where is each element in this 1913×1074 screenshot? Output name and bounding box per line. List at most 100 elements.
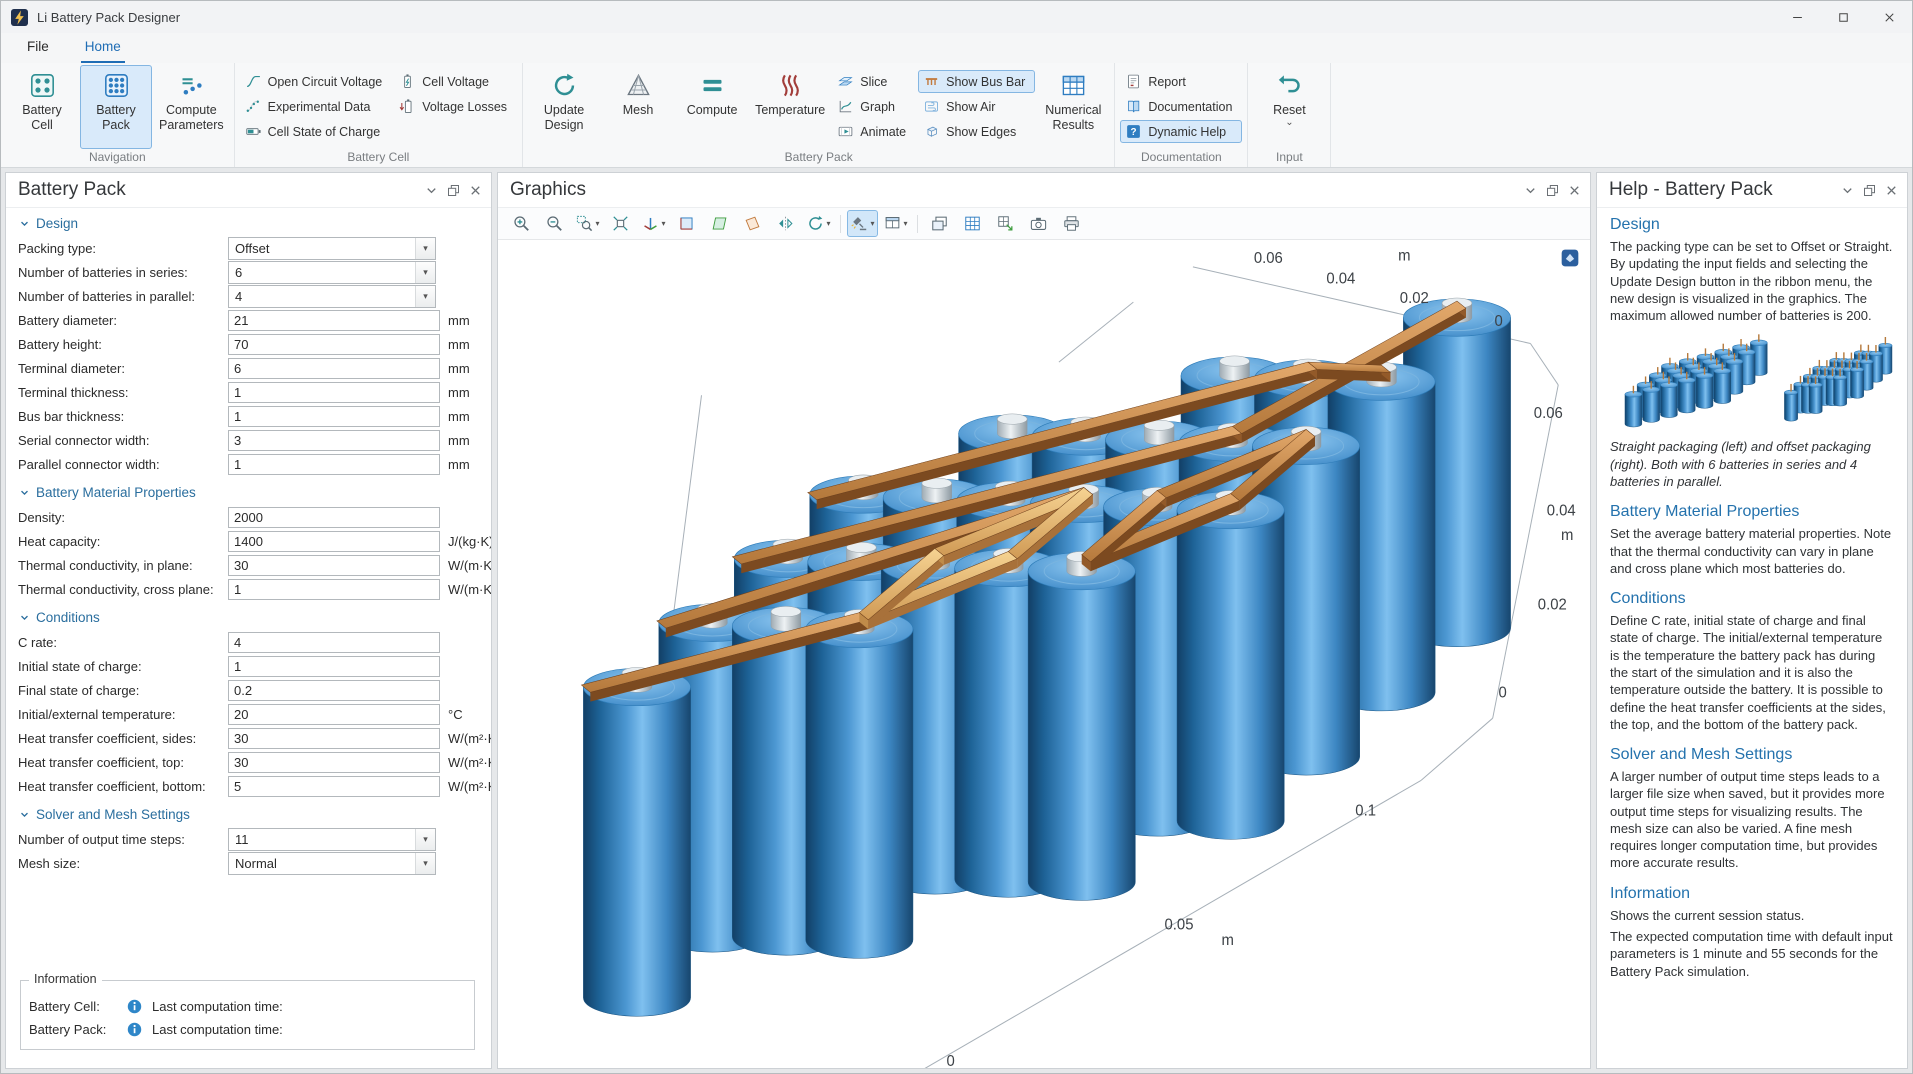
input-battery-height[interactable]: 70 (228, 334, 440, 355)
ribbon-button-show-bus-bar[interactable]: Show Bus Bar (918, 70, 1035, 93)
close-icon[interactable] (1884, 183, 1899, 198)
chevron-down-icon[interactable] (1523, 183, 1538, 198)
scene-light-button[interactable]: ▾ (847, 210, 878, 237)
battery-pack-3d-view[interactable]: 0.060.04m0.0200.060.04m0.0200.10.05m0 (498, 240, 1590, 1068)
zoom-out-button[interactable] (539, 210, 570, 237)
copy-image-button[interactable] (924, 210, 955, 237)
input-bus-bar-thickness[interactable]: 1 (228, 406, 440, 427)
field-serial-connector-width: Serial connector width:3mm (18, 428, 481, 452)
input-parallel-connector-width[interactable]: 1 (228, 454, 440, 475)
chevron-down-icon[interactable] (1840, 183, 1855, 198)
ribbon-button-label: Open Circuit Voltage (268, 75, 383, 89)
input-thermal-conductivity-in-plane[interactable]: 30 (228, 555, 440, 576)
section-header-design[interactable]: Design (18, 216, 481, 231)
ribbon-button-dynamic-help[interactable]: ?Dynamic Help (1120, 120, 1242, 143)
mirror-view-button[interactable] (770, 210, 801, 237)
image-grid-button[interactable] (957, 210, 988, 237)
axis-label: 0 (1495, 313, 1503, 330)
close-icon[interactable] (1567, 183, 1582, 198)
input-terminal-thickness[interactable]: 1 (228, 382, 440, 403)
select-number-of-output-time-steps[interactable]: 11▾ (228, 828, 436, 851)
ribbon-button-compute[interactable]: Compute (676, 65, 748, 149)
ribbon-button-report[interactable]: Report (1120, 70, 1242, 93)
maximize-button[interactable] (1820, 1, 1866, 33)
select-number-of-batteries-in-parallel[interactable]: 4▾ (228, 285, 436, 308)
section-header-solver-and-mesh-settings[interactable]: Solver and Mesh Settings (18, 807, 481, 822)
ribbon-button-battery-cell[interactable]: Battery Cell (6, 65, 78, 149)
zoom-in-button[interactable] (506, 210, 537, 237)
input-battery-diameter[interactable]: 21 (228, 310, 440, 331)
print-button[interactable] (1056, 210, 1087, 237)
ribbon-button-animate[interactable]: Animate (832, 120, 916, 143)
ribbon-button-temperature[interactable]: Temperature (750, 65, 830, 149)
input-density[interactable]: 2000 (228, 507, 440, 528)
close-icon[interactable] (468, 183, 483, 198)
graphics-canvas[interactable]: 0.060.04m0.0200.060.04m0.0200.10.05m0 (498, 240, 1590, 1068)
ribbon-button-battery-pack[interactable]: Battery Pack (80, 65, 152, 149)
ribbon-button-label: Cell Voltage (422, 75, 489, 89)
field-number-of-output-time-steps: Number of output time steps:11▾ (18, 827, 481, 851)
plot-settings-button[interactable] (990, 210, 1021, 237)
chevron-down-icon: ⌄ (1285, 119, 1293, 127)
ribbon-group-documentation: ReportDocumentation?Dynamic HelpDocument… (1115, 63, 1248, 167)
field-density: Density:2000 (18, 505, 481, 529)
ribbon-button-show-edges[interactable]: Show Edges (918, 120, 1035, 143)
ribbon-button-cell-state-of-charge[interactable]: Cell State of Charge (240, 120, 393, 143)
float-icon[interactable] (1862, 183, 1877, 198)
field-battery-height: Battery height:70mm (18, 332, 481, 356)
menu-file[interactable]: File (23, 35, 53, 63)
input-c-rate[interactable]: 4 (228, 632, 440, 653)
dynamic-help-icon: ? (1125, 123, 1142, 140)
select-number-of-batteries-in-series[interactable]: 6▾ (228, 261, 436, 284)
section-header-conditions[interactable]: Conditions (18, 610, 481, 625)
menu-home[interactable]: Home (81, 35, 125, 63)
zoom-extents-button[interactable] (605, 210, 636, 237)
ribbon-button-slice[interactable]: Slice (832, 70, 916, 93)
ribbon-button-update-design[interactable]: Update Design (528, 65, 600, 149)
animate-icon (837, 123, 854, 140)
field-label: Initial state of charge: (18, 659, 228, 674)
select-packing-type[interactable]: Offset▾ (228, 237, 436, 260)
input-heat-capacity[interactable]: 1400 (228, 531, 440, 552)
float-icon[interactable] (1545, 183, 1560, 198)
ribbon-button-cell-voltage[interactable]: Cell Voltage (394, 70, 517, 93)
ribbon-button-mesh[interactable]: Mesh (602, 65, 674, 149)
zoom-box-button[interactable]: ▾ (572, 210, 603, 237)
float-icon[interactable] (446, 183, 461, 198)
input-final-state-of-charge[interactable]: 0.2 (228, 680, 440, 701)
rotate-view-button[interactable]: ▾ (803, 210, 834, 237)
section-header-battery-material-properties[interactable]: Battery Material Properties (18, 485, 481, 500)
ribbon-button-documentation[interactable]: Documentation (1120, 95, 1242, 118)
go-to-default-view-button[interactable]: ▾ (638, 210, 669, 237)
input-heat-transfer-coefficient-bottom[interactable]: 5 (228, 776, 440, 797)
ribbon-button-open-circuit-voltage[interactable]: Open Circuit Voltage (240, 70, 393, 93)
chevron-down-icon[interactable] (424, 183, 439, 198)
mesh-icon (625, 72, 652, 99)
input-initial-external-temperature[interactable]: 20 (228, 704, 440, 725)
input-thermal-conductivity-cross-plane[interactable]: 1 (228, 579, 440, 600)
ribbon-button-voltage-losses[interactable]: Voltage Losses (394, 95, 517, 118)
view-zx-button[interactable] (737, 210, 768, 237)
minimize-button[interactable] (1774, 1, 1820, 33)
view-options-button[interactable]: ▾ (880, 210, 911, 237)
select-mesh-size[interactable]: Normal▾ (228, 852, 436, 875)
ribbon-button-graph[interactable]: Graph (832, 95, 916, 118)
input-initial-state-of-charge[interactable]: 1 (228, 656, 440, 677)
field-label: Battery diameter: (18, 313, 228, 328)
ribbon-button-show-air[interactable]: Show Air (918, 95, 1035, 118)
view-cube-icon[interactable] (1560, 248, 1580, 268)
input-heat-transfer-coefficient-top[interactable]: 30 (228, 752, 440, 773)
input-terminal-diameter[interactable]: 6 (228, 358, 440, 379)
ribbon-button-experimental-data[interactable]: Experimental Data (240, 95, 393, 118)
input-heat-transfer-coefficient-sides[interactable]: 30 (228, 728, 440, 749)
ribbon-button-numerical-results[interactable]: Numerical Results (1037, 65, 1109, 149)
ribbon-button-reset[interactable]: Reset⌄ (1253, 65, 1325, 149)
close-button[interactable] (1866, 1, 1912, 33)
toolbar-separator (917, 215, 918, 233)
help-heading-design: Design (1610, 216, 1894, 234)
snapshot-button[interactable] (1023, 210, 1054, 237)
view-xy-button[interactable] (671, 210, 702, 237)
ribbon-button-compute-parameters[interactable]: Compute Parameters (154, 65, 229, 149)
input-serial-connector-width[interactable]: 3 (228, 430, 440, 451)
view-yz-button[interactable] (704, 210, 735, 237)
